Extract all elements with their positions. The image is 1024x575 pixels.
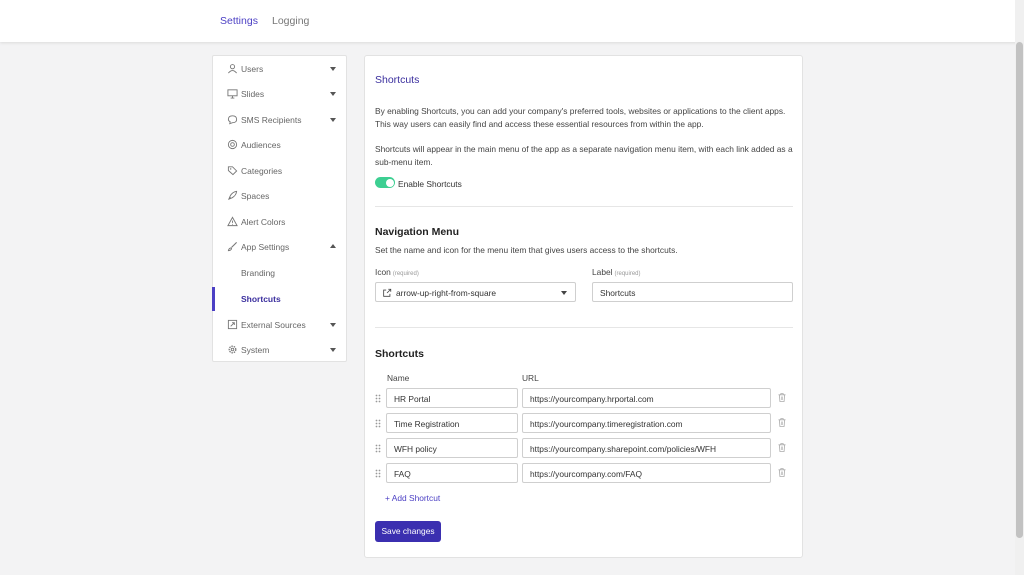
chevron-down-icon — [561, 291, 567, 295]
page-title: Shortcuts — [375, 74, 420, 86]
chat-icon — [227, 115, 238, 125]
chevron-down-icon — [330, 348, 336, 352]
chevron-down-icon — [330, 323, 336, 327]
shortcut-url-value: https://yourcompany.sharepoint.com/polic… — [530, 444, 717, 454]
sidebar-item-slides[interactable]: Slides — [213, 81, 346, 106]
divider — [375, 327, 793, 328]
target-icon — [227, 139, 238, 150]
sidebar-item-label: Slides — [241, 89, 265, 99]
label-input-value: Shortcuts — [600, 288, 636, 298]
trash-icon[interactable] — [778, 443, 786, 452]
sidebar-item-label: Audiences — [241, 140, 281, 150]
shortcut-name-value: Time Registration — [394, 419, 460, 429]
trash-icon[interactable] — [778, 418, 786, 427]
label-field-label: Label (required) — [592, 267, 641, 277]
trash-icon[interactable] — [778, 393, 786, 402]
sidebar-item-label: App Settings — [241, 242, 290, 252]
sidebar-item-label: Users — [241, 64, 264, 74]
navigation-menu-title: Navigation Menu — [375, 226, 460, 238]
sidebar-item-label: Spaces — [241, 191, 270, 201]
icon-label-text: Icon — [375, 267, 391, 277]
drag-handle-icon[interactable] — [375, 394, 381, 403]
save-changes-button[interactable]: Save changes — [375, 521, 441, 542]
shortcut-url-input[interactable]: https://yourcompany.sharepoint.com/polic… — [522, 438, 771, 458]
shortcut-name-value: HR Portal — [394, 394, 431, 404]
toggle-knob — [385, 178, 394, 187]
drag-handle-icon[interactable] — [375, 419, 381, 428]
sidebar-item-label: SMS Recipients — [241, 115, 302, 125]
rocket-icon — [227, 190, 238, 201]
arrow-up-right-from-square-icon — [383, 288, 392, 297]
top-nav-bar: Settings Logging — [0, 0, 1024, 42]
shortcut-url-input[interactable]: https://yourcompany.com/FAQ — [522, 463, 771, 483]
sidebar-item-label: External Sources — [241, 320, 306, 330]
add-shortcut-link[interactable]: + Add Shortcut — [385, 493, 440, 503]
shortcut-name-input[interactable]: Time Registration — [386, 413, 518, 433]
icon-select-value: arrow-up-right-from-square — [396, 288, 497, 298]
sidebar-item-label: Categories — [241, 166, 283, 176]
navigation-menu-description: Set the name and icon for the menu item … — [375, 245, 678, 255]
user-icon — [228, 64, 237, 74]
alert-triangle-icon — [227, 216, 238, 227]
sidebar-item-spaces[interactable]: Spaces — [213, 183, 346, 208]
intro-paragraph: By enabling Shortcuts, you can add your … — [375, 106, 786, 129]
brush-icon — [227, 241, 238, 252]
sidebar-item-system[interactable]: System — [213, 337, 346, 362]
tab-logging[interactable]: Logging — [272, 15, 309, 27]
drag-handle-icon[interactable] — [375, 469, 381, 478]
column-header-name: Name — [387, 373, 410, 383]
gear-icon — [228, 345, 237, 354]
sidebar-item-label: System — [241, 345, 270, 355]
settings-sidebar: Users Slides SMS Recipients Audiences Ca… — [212, 55, 347, 362]
tag-icon — [227, 166, 238, 176]
sidebar-item-app-settings[interactable]: App Settings — [213, 234, 346, 259]
sidebar-item-shortcuts[interactable]: Shortcuts — [213, 286, 346, 311]
enable-shortcuts-toggle[interactable] — [375, 177, 395, 188]
shortcut-url-input[interactable]: https://yourcompany.hrportal.com — [522, 388, 771, 408]
sidebar-item-alert-colors[interactable]: Alert Colors — [213, 209, 346, 234]
chevron-down-icon — [330, 67, 336, 71]
required-hint: (required) — [392, 271, 419, 277]
enable-shortcuts-label: Enable Shortcuts — [398, 179, 462, 189]
divider — [375, 206, 793, 207]
shortcut-name-input[interactable]: HR Portal — [386, 388, 518, 408]
label-label-text: Label — [592, 267, 613, 277]
external-box-icon — [227, 319, 238, 330]
shortcut-url-value: https://yourcompany.hrportal.com — [530, 394, 654, 404]
chevron-down-icon — [330, 92, 336, 96]
shortcut-url-input[interactable]: https://yourcompany.timeregistration.com — [522, 413, 771, 433]
chevron-up-icon — [330, 244, 336, 248]
icon-select[interactable]: arrow-up-right-from-square — [375, 282, 576, 302]
sidebar-item-label: Shortcuts — [241, 294, 281, 304]
sidebar-item-categories[interactable]: Categories — [213, 158, 346, 183]
shortcut-name-input[interactable]: WFH policy — [386, 438, 518, 458]
monitor-icon — [227, 89, 238, 99]
shortcut-url-value: https://yourcompany.com/FAQ — [530, 469, 643, 479]
shortcut-url-value: https://yourcompany.timeregistration.com — [530, 419, 683, 429]
required-hint: (required) — [614, 271, 641, 277]
column-header-url: URL — [522, 373, 539, 383]
shortcut-name-input[interactable]: FAQ — [386, 463, 518, 483]
sidebar-item-label: Branding — [241, 268, 276, 278]
sidebar-item-branding[interactable]: Branding — [213, 260, 346, 285]
sidebar-item-label: Alert Colors — [241, 217, 286, 227]
icon-field-label: Icon (required) — [375, 267, 419, 277]
shortcuts-card: Shortcuts By enabling Shortcuts, you can… — [364, 55, 803, 558]
shortcuts-section-title: Shortcuts — [375, 348, 425, 360]
shortcut-name-value: FAQ — [394, 469, 411, 479]
sidebar-item-audiences[interactable]: Audiences — [213, 132, 346, 157]
drag-handle-icon[interactable] — [375, 444, 381, 453]
scrollbar-thumb[interactable] — [1016, 42, 1023, 538]
label-input[interactable]: Shortcuts — [592, 282, 793, 302]
trash-icon[interactable] — [778, 468, 786, 477]
tab-settings[interactable]: Settings — [220, 15, 258, 27]
shortcut-name-value: WFH policy — [394, 444, 437, 454]
chevron-down-icon — [330, 118, 336, 122]
active-indicator — [212, 287, 215, 311]
page-scrollbar[interactable] — [1015, 0, 1024, 575]
sidebar-item-sms-recipients[interactable]: SMS Recipients — [213, 107, 346, 132]
info-paragraph: Shortcuts will appear in the main menu o… — [375, 144, 793, 167]
sidebar-item-external-sources[interactable]: External Sources — [213, 312, 346, 337]
sidebar-item-users[interactable]: Users — [213, 56, 346, 81]
